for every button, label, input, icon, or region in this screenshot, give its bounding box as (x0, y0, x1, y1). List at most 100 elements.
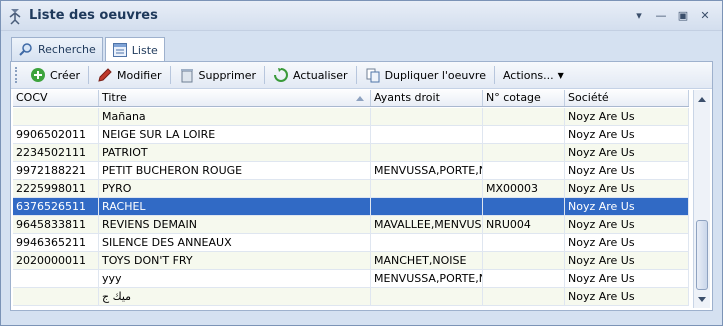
table-row[interactable]: yyy MENVUSSA,PORTE,N Noyz Are Us (13, 270, 689, 288)
cell-ayants-droit[interactable] (371, 288, 483, 305)
cell-titre[interactable]: Mañana (99, 108, 371, 125)
cell-cotage[interactable]: NRU004 (483, 216, 565, 233)
cell-societe[interactable]: Noyz Are Us (565, 162, 689, 179)
cell-ayants-droit[interactable]: MAVALLEE,MENVUSSA (371, 216, 483, 233)
actions-label: Actions... (502, 68, 554, 82)
cell-societe[interactable]: Noyz Are Us (565, 108, 689, 125)
table-row[interactable]: 9645833811REVIENS DEMAINMAVALLEE,MENVUSS… (13, 216, 689, 234)
toolbar: Créer Modifier Supprimer Actualiser Dupl… (11, 62, 712, 89)
cell-cotage[interactable] (483, 234, 565, 251)
cell-titre[interactable]: SILENCE DES ANNEAUX (99, 234, 371, 251)
toolbar-grip[interactable] (15, 67, 18, 83)
cell-titre[interactable]: REVIENS DEMAIN (99, 216, 371, 233)
cell-titre[interactable]: RACHEL (99, 198, 371, 215)
column-header-societe[interactable]: Société (565, 90, 689, 106)
actions-dropdown[interactable]: Actions... ▼ (497, 64, 570, 86)
cell-cocv[interactable]: 2234502111 (13, 144, 99, 161)
table-row-selected[interactable]: 6376526511 RACHEL Noyz Are Us (13, 198, 689, 216)
cell-ayants-droit[interactable]: MENVUSSA,PORTE,N (371, 270, 483, 287)
tab-recherche[interactable]: Recherche (11, 37, 103, 61)
works-grid: COCV Titre Ayants droit N° cotage Sociét… (13, 90, 710, 308)
tab-liste[interactable]: Liste (104, 37, 165, 62)
cell-cotage[interactable] (483, 144, 565, 161)
cell-societe[interactable]: Noyz Are Us (565, 270, 689, 287)
delete-button[interactable]: Supprimer (173, 64, 263, 86)
cell-cocv[interactable] (13, 108, 99, 125)
cell-titre[interactable]: NEIGE SUR LA LOIRE (99, 126, 371, 143)
cell-ayants-droit[interactable] (371, 180, 483, 197)
cell-cocv[interactable]: 9645833811 (13, 216, 99, 233)
cell-cotage[interactable] (483, 162, 565, 179)
cell-ayants-droit[interactable] (371, 144, 483, 161)
table-row[interactable]: 9972188221 PETIT BUCHERON ROUGE MENVUSSA,P… (13, 162, 689, 180)
cell-cocv[interactable] (13, 288, 99, 305)
cell-cocv[interactable]: 9906502011 (13, 126, 99, 143)
cell-titre[interactable]: yyy (99, 270, 371, 287)
cell-cotage[interactable] (483, 270, 565, 287)
cell-titre[interactable]: PETIT BUCHERON ROUGE (99, 162, 371, 179)
scroll-up-icon[interactable] (694, 91, 710, 107)
cell-cotage[interactable] (483, 108, 565, 125)
table-row[interactable]: ميك ج Noyz Are Us (13, 288, 689, 306)
search-icon (19, 42, 32, 56)
column-header-cocv[interactable]: COCV (13, 90, 99, 106)
cell-cotage[interactable] (483, 198, 565, 215)
window-title: Liste des oeuvres (29, 8, 158, 23)
cell-cocv[interactable] (13, 270, 99, 287)
create-button[interactable]: Créer (24, 64, 86, 86)
sort-ascending-icon (356, 96, 364, 101)
table-row[interactable]: 9906502011 NEIGE SUR LA LOIRE Noyz Are Us (13, 126, 689, 144)
refresh-button[interactable]: Actualiser (267, 64, 354, 86)
table-row[interactable]: Mañana Noyz Are Us (13, 108, 689, 126)
cell-societe[interactable]: Noyz Are Us (565, 288, 689, 305)
table-row[interactable]: 9946365211 SILENCE DES ANNEAUX Noyz Are Us (13, 234, 689, 252)
cell-cocv[interactable]: 2020000011 (13, 252, 99, 269)
cell-ayants-droit[interactable]: MENVUSSA,PORTE,N (371, 162, 483, 179)
toolbar-separator (493, 66, 495, 84)
cell-titre[interactable]: PATRIOT (99, 144, 371, 161)
table-row[interactable]: 2225998011 PYRO MX00003 Noyz Are Us (13, 180, 689, 198)
cell-cocv[interactable]: 9972188221 (13, 162, 99, 179)
close-icon[interactable]: ✕ (698, 9, 712, 22)
cell-ayants-droit[interactable] (371, 126, 483, 143)
cell-cotage[interactable]: MX00003 (483, 180, 565, 197)
edit-label: Modifier (117, 68, 162, 82)
cell-cotage[interactable] (483, 252, 565, 269)
cell-ayants-droit[interactable] (371, 198, 483, 215)
minimize-icon[interactable]: — (654, 9, 668, 22)
scroll-down-icon[interactable] (694, 291, 710, 307)
refresh-label: Actualiser (293, 68, 348, 82)
cell-cocv[interactable]: 6376526511 (13, 198, 99, 215)
collapse-icon[interactable]: ▾ (632, 9, 646, 22)
table-row[interactable]: 2020000011 TOYS DON'T FRY MANCHET,NOISE Noy… (13, 252, 689, 270)
column-header-cotage[interactable]: N° cotage (483, 90, 565, 106)
column-header-titre[interactable]: Titre (99, 90, 371, 106)
cell-cocv[interactable]: 2225998011 (13, 180, 99, 197)
cell-titre[interactable]: PYRO (99, 180, 371, 197)
column-header-ayants-droit[interactable]: Ayants droit (371, 90, 483, 106)
cell-societe[interactable]: Noyz Are Us (565, 252, 689, 269)
delete-label: Supprimer (198, 68, 257, 82)
duplicate-button[interactable]: Dupliquer l'oeuvre (359, 64, 492, 86)
scrollbar-thumb[interactable] (696, 220, 708, 290)
cell-titre[interactable]: ميك ج (99, 288, 371, 305)
cell-cotage[interactable] (483, 288, 565, 305)
maximize-icon[interactable]: ▣ (676, 9, 690, 22)
cell-titre[interactable]: TOYS DON'T FRY (99, 252, 371, 269)
cell-societe[interactable]: Noyz Are Us (565, 216, 689, 233)
cell-societe[interactable]: Noyz Are Us (565, 180, 689, 197)
cell-ayants-droit[interactable] (371, 108, 483, 125)
cell-cocv[interactable]: 9946365211 (13, 234, 99, 251)
vertical-scrollbar[interactable] (693, 90, 710, 308)
cell-societe[interactable]: Noyz Are Us (565, 126, 689, 143)
cell-societe[interactable]: Noyz Are Us (565, 234, 689, 251)
edit-button[interactable]: Modifier (91, 64, 167, 86)
cell-societe[interactable]: Noyz Are Us (565, 198, 689, 215)
cell-ayants-droit[interactable] (371, 234, 483, 251)
table-row[interactable]: 2234502111 PATRIOT Noyz Are Us (13, 144, 689, 162)
title-bar[interactable]: Liste des oeuvres ▾ — ▣ ✕ (1, 1, 722, 31)
cell-ayants-droit[interactable]: MANCHET,NOISE (371, 252, 483, 269)
cell-cotage[interactable] (483, 126, 565, 143)
trash-icon (180, 69, 193, 83)
cell-societe[interactable]: Noyz Are Us (565, 144, 689, 161)
